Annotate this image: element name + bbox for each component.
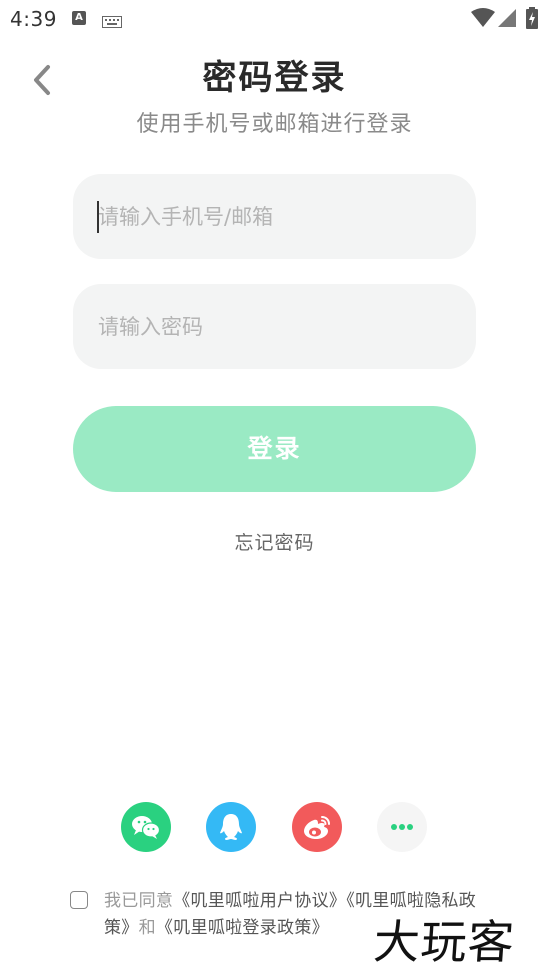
notification-a-icon: A bbox=[72, 11, 86, 25]
wechat-icon bbox=[132, 816, 161, 839]
watermark: 大玩客 bbox=[371, 915, 517, 969]
battery-charging-icon bbox=[526, 7, 538, 33]
weibo-login-button[interactable] bbox=[292, 802, 342, 852]
keyboard-icon bbox=[102, 13, 122, 32]
weibo-icon bbox=[304, 816, 330, 839]
status-bar: 4:39 A bbox=[0, 0, 549, 38]
agreement-checkbox[interactable] bbox=[70, 891, 88, 909]
user-agreement-link[interactable]: 《叽里呱啦用户协议》 bbox=[173, 891, 346, 911]
forgot-password-link[interactable]: 忘记密码 bbox=[0, 528, 549, 555]
signal-icon bbox=[497, 8, 517, 32]
login-button[interactable]: 登录 bbox=[73, 406, 476, 492]
wechat-login-button[interactable] bbox=[121, 802, 171, 852]
page-title: 密码登录 bbox=[202, 58, 347, 98]
qq-login-button[interactable] bbox=[206, 802, 256, 852]
wifi-icon bbox=[471, 8, 495, 32]
text-caret bbox=[97, 201, 99, 233]
qq-icon bbox=[220, 814, 242, 840]
more-icon bbox=[391, 824, 413, 830]
phone-email-field[interactable] bbox=[73, 174, 476, 259]
more-login-button[interactable] bbox=[377, 802, 427, 852]
login-policy-link[interactable]: 《叽里呱啦登录政策》 bbox=[156, 918, 329, 938]
page-subtitle: 使用手机号或邮箱进行登录 bbox=[136, 112, 413, 137]
agreement-joiner: 和 bbox=[138, 918, 156, 938]
phone-email-field-container bbox=[73, 174, 476, 259]
password-field-container bbox=[73, 284, 476, 369]
status-time: 4:39 bbox=[10, 7, 57, 31]
password-field[interactable] bbox=[73, 284, 476, 369]
agreement-prefix: 我已同意 bbox=[104, 891, 174, 911]
